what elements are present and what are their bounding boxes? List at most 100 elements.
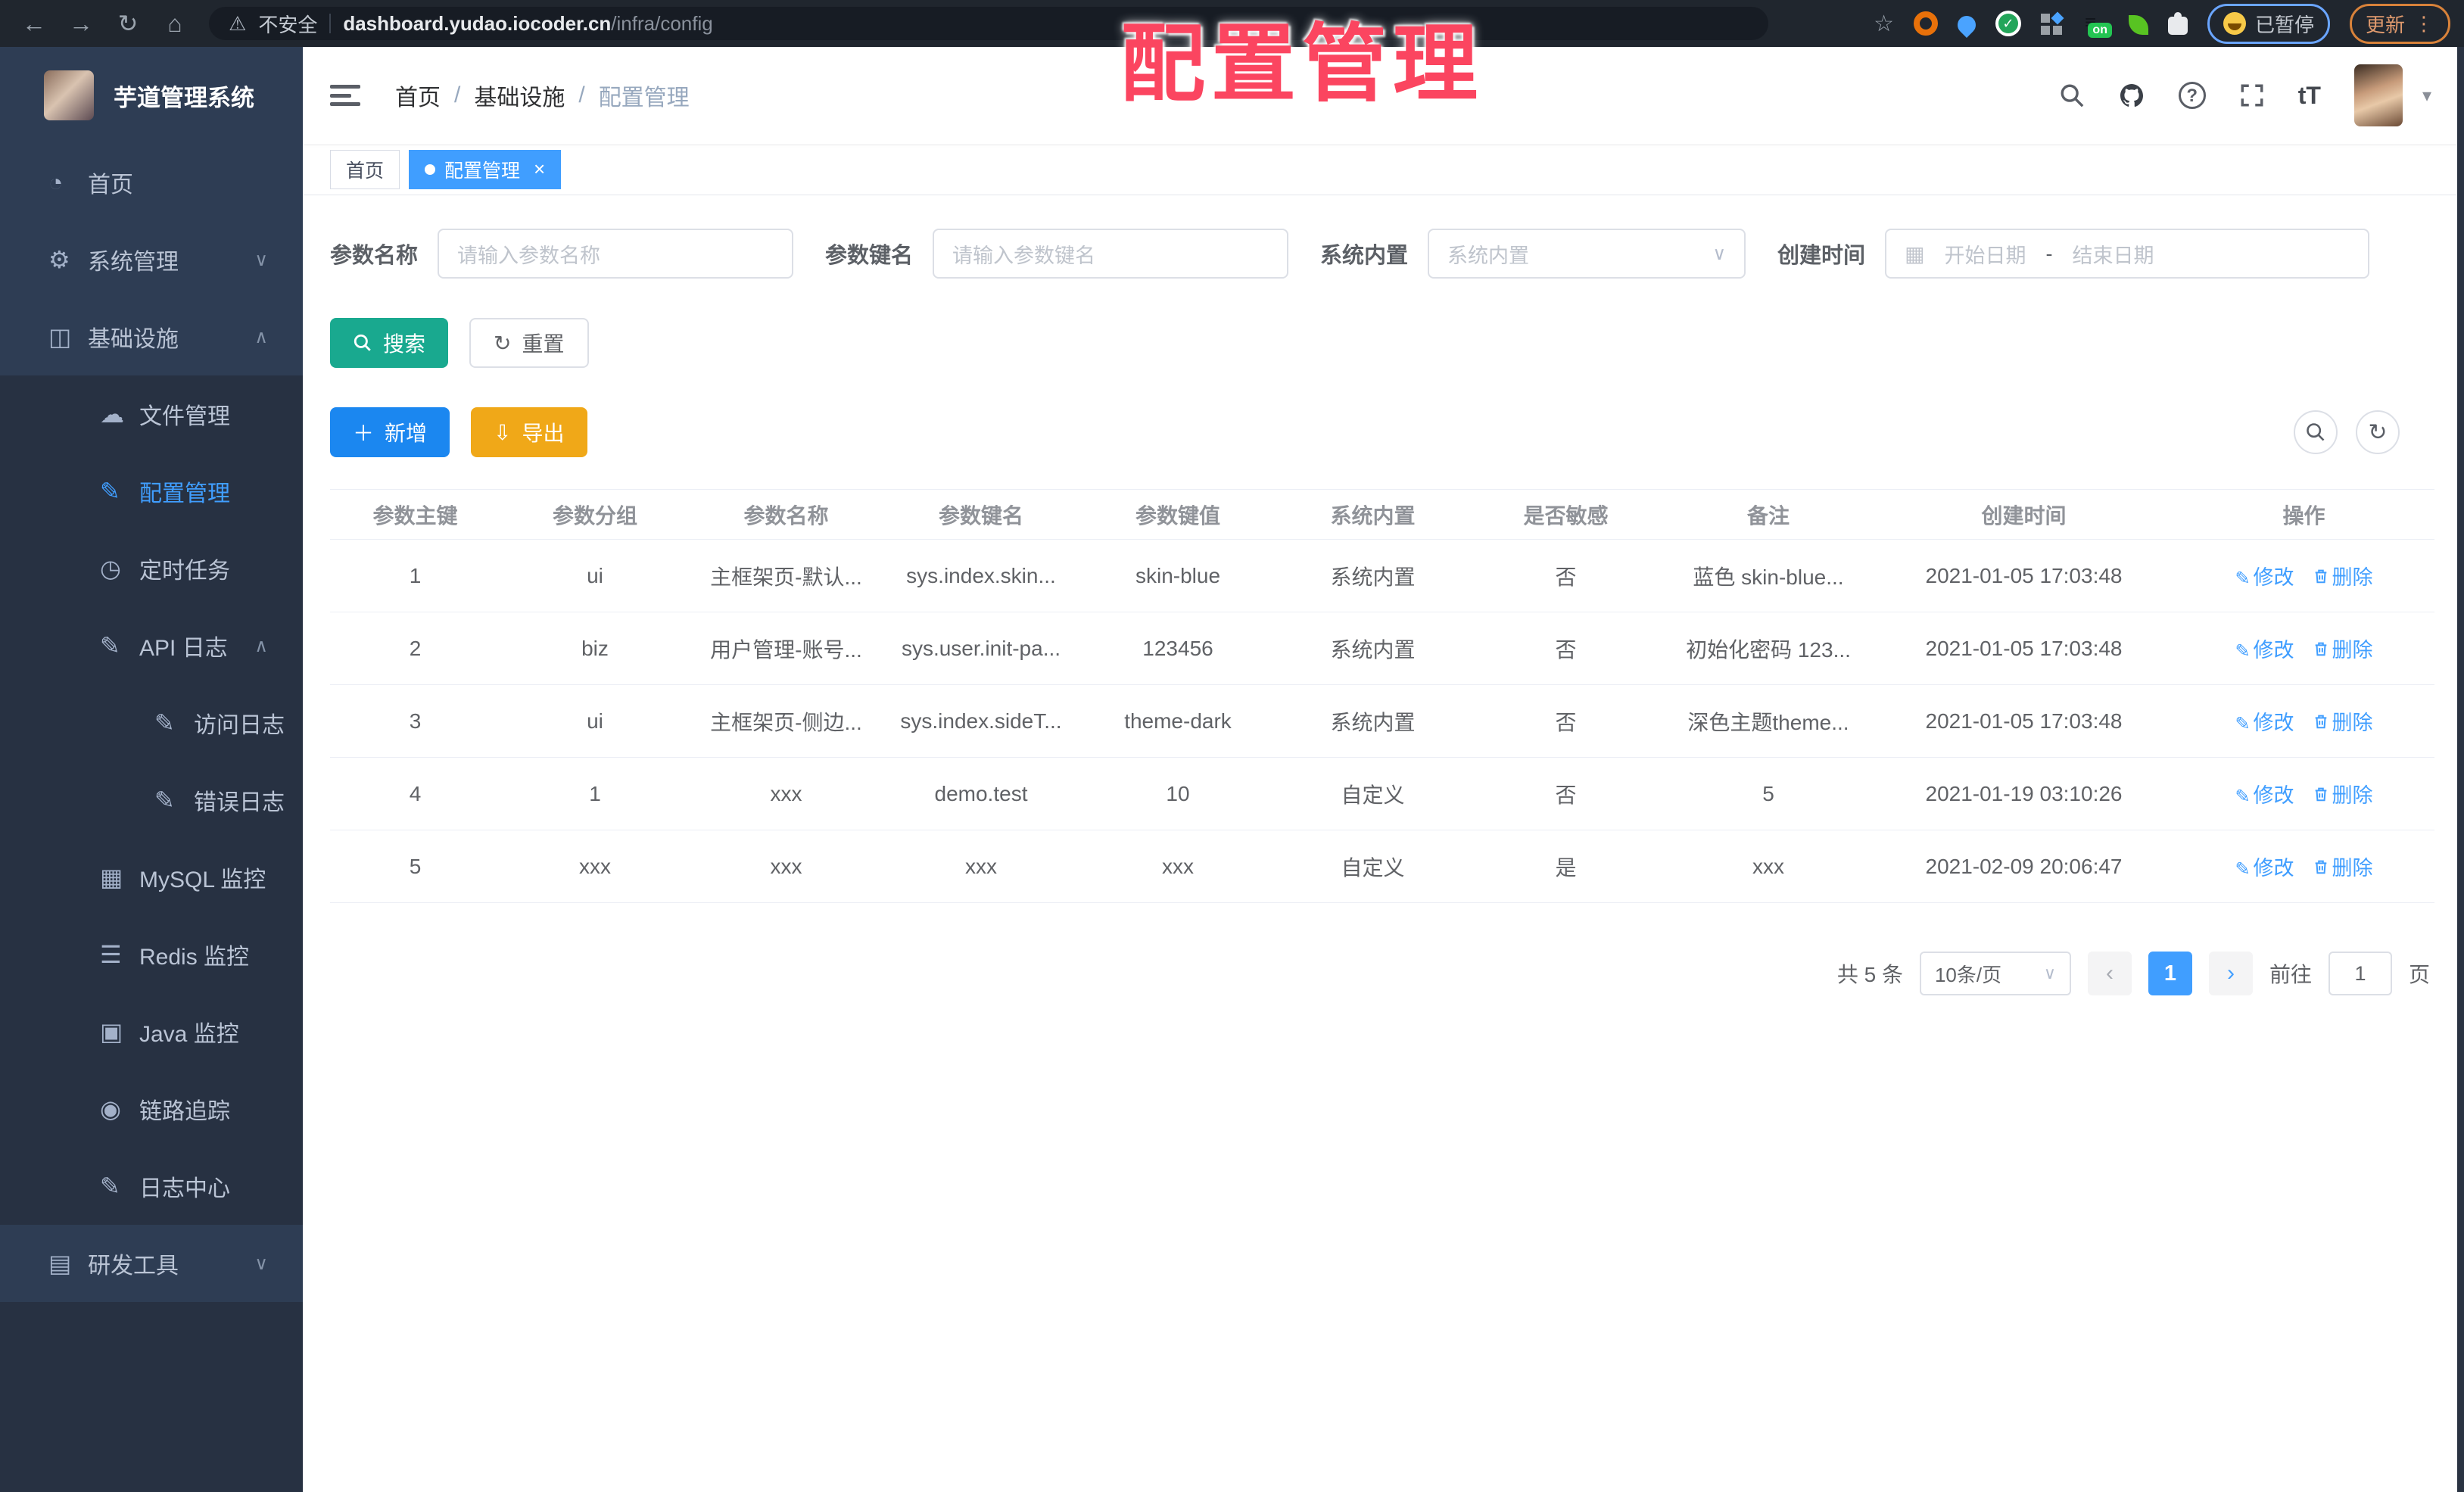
edit-link[interactable]: ✎ 修改 (2235, 784, 2294, 807)
table-cell-value: skin-blue (1079, 539, 1276, 612)
font-size-icon[interactable]: tT (2298, 82, 2321, 110)
log-icon: ✎ (100, 632, 120, 659)
eye-icon: ◉ (100, 1095, 121, 1123)
table-cell-name: xxx (690, 757, 883, 830)
extension-pin-icon[interactable] (1953, 11, 1980, 38)
table-cell-key: sys.user.init-pa... (883, 612, 1079, 685)
table-cell-created: 2021-01-05 17:03:48 (1874, 539, 2173, 612)
breadcrumb-home[interactable]: 首页 (395, 79, 441, 112)
sidebar-item-api-log[interactable]: ✎ API 日志 ∧ (0, 607, 303, 684)
sidebar-item-log-center[interactable]: ✎ 日志中心 (0, 1148, 303, 1225)
tab-config[interactable]: 配置管理 × (409, 149, 562, 189)
trash-icon (2313, 714, 2329, 734)
search-icon[interactable] (2059, 83, 2085, 108)
sidebar-item-redis[interactable]: ☰ Redis 监控 (0, 916, 303, 993)
extension-on-badge-icon[interactable]: ≡ on (2083, 12, 2112, 38)
breadcrumb-infra[interactable]: 基础设施 (474, 79, 565, 112)
magnifier-icon (353, 333, 372, 353)
table-cell-builtin: 系统内置 (1276, 539, 1469, 612)
browser-menu-icon[interactable]: ⋮ (2414, 12, 2434, 36)
sidebar-item-java[interactable]: ▣ Java 监控 (0, 993, 303, 1070)
table-header-row: 参数主键 参数分组 参数名称 参数键名 参数键值 系统内置 是否敏感 备注 创建… (330, 489, 2434, 540)
total-count: 共 5 条 (1836, 963, 1903, 986)
extensions-puzzle-icon[interactable] (2167, 12, 2188, 35)
sidebar-item-file[interactable]: ☁ 文件管理 (0, 375, 303, 453)
goto-page-input[interactable] (2328, 952, 2392, 995)
browser-forward-icon[interactable]: → (61, 0, 101, 47)
sidebar-item-job[interactable]: ◷ 定时任务 (0, 530, 303, 607)
edit-link[interactable]: ✎ 修改 (2235, 712, 2294, 734)
edit-link[interactable]: ✎ 修改 (2235, 639, 2294, 662)
browser-reload-icon[interactable]: ↻ (107, 0, 148, 47)
help-icon[interactable]: ? (2178, 82, 2206, 109)
table-cell-sensitive: 是 (1469, 830, 1662, 903)
sidebar-item-system[interactable]: ⚙ 系统管理 ∨ (0, 221, 303, 298)
sidebar-item-home[interactable]: ◔ 首页 (0, 144, 303, 221)
table-cell-key: xxx (883, 830, 1079, 903)
sidebar-item-infra[interactable]: ◫ 基础设施 ∧ (0, 298, 303, 375)
table-cell-id: 1 (330, 539, 500, 612)
table-cell-key: demo.test (883, 757, 1079, 830)
sidebar-item-error-log[interactable]: ✎ 错误日志 (0, 762, 303, 839)
extension-orange-ring-icon[interactable] (1913, 11, 1938, 36)
add-button[interactable]: ＋ 新增 (330, 407, 450, 457)
sidebar-item-config[interactable]: ✎ 配置管理 (0, 453, 303, 530)
table-cell-builtin: 自定义 (1276, 830, 1469, 903)
url-divider (329, 14, 332, 33)
table-cell-name: xxx (690, 830, 883, 903)
fullscreen-icon[interactable] (2239, 83, 2265, 108)
filter-name-label: 参数名称 (330, 244, 419, 268)
next-page-button[interactable]: › (2208, 952, 2253, 995)
toggle-search-button[interactable] (2294, 410, 2338, 454)
delete-link[interactable]: 删除 (2313, 857, 2373, 880)
sidebar-item-access-log[interactable]: ✎ 访问日志 (0, 684, 303, 762)
paused-badge[interactable]: 已暂停 (2207, 3, 2330, 44)
extension-grid-icon[interactable] (2040, 11, 2064, 35)
table-cell-sensitive: 否 (1469, 612, 1662, 685)
search-actions: 搜索 ↻ 重置 (330, 318, 2434, 368)
browser-back-icon[interactable]: ← (14, 0, 55, 47)
address-bar[interactable]: ⚠ 不安全 dashboard.yudao.iocoder.cn/infra/c… (209, 7, 1768, 40)
caret-down-icon[interactable]: ▾ (2422, 85, 2431, 107)
browser-update-button[interactable]: 更新 ⋮ (2349, 3, 2450, 44)
param-name-input[interactable]: 请输入参数名称 (438, 229, 794, 279)
trash-icon (2313, 786, 2329, 807)
search-button[interactable]: 搜索 (330, 318, 449, 368)
param-key-input[interactable]: 请输入参数键名 (933, 229, 1289, 279)
browser-home-icon[interactable]: ⌂ (154, 0, 195, 47)
app-logo-row[interactable]: 芋道管理系统 (0, 47, 303, 144)
export-button[interactable]: ⇩ 导出 (471, 407, 587, 457)
page-size-select[interactable]: 10条/页 ∨ (1919, 952, 2071, 995)
table-cell-remark: 蓝色 skin-blue... (1662, 539, 1874, 612)
tab-home[interactable]: 首页 (330, 149, 400, 189)
edit-link[interactable]: ✎ 修改 (2235, 566, 2294, 589)
extension-green-check-icon[interactable] (1995, 11, 2021, 36)
plus-icon: ＋ (353, 422, 375, 445)
current-page-button[interactable]: 1 (2148, 952, 2192, 995)
delete-link[interactable]: 删除 (2313, 784, 2373, 807)
table-cell-name: 用户管理-账号... (690, 612, 883, 685)
date-range-picker[interactable]: ▦ 开始日期 - 结束日期 (1885, 229, 2370, 279)
builtin-type-select[interactable]: 系统内置 ∨ (1428, 229, 1746, 279)
bookmark-star-icon[interactable]: ☆ (1874, 11, 1894, 37)
extension-leaf-icon[interactable] (2128, 14, 2148, 35)
timer-icon: ◷ (100, 555, 121, 582)
sidebar-item-mysql[interactable]: ▦ MySQL 监控 (0, 839, 303, 916)
user-avatar[interactable] (2353, 64, 2403, 126)
col-id: 参数主键 (330, 489, 500, 540)
app-logo (44, 70, 94, 120)
delete-link[interactable]: 删除 (2313, 566, 2373, 589)
github-icon[interactable] (2118, 82, 2145, 109)
close-icon[interactable]: × (534, 157, 545, 181)
delete-link[interactable]: 删除 (2313, 639, 2373, 662)
sidebar-item-dev-tools[interactable]: ▤ 研发工具 ∨ (0, 1225, 303, 1302)
hamburger-icon[interactable] (330, 80, 363, 111)
prev-page-button[interactable]: ‹ (2087, 952, 2132, 995)
reset-button[interactable]: ↻ 重置 (469, 318, 589, 368)
delete-link[interactable]: 删除 (2313, 712, 2373, 734)
chevron-down-icon: ∨ (1712, 243, 1727, 264)
refresh-table-button[interactable]: ↻ (2356, 410, 2400, 454)
edit-link[interactable]: ✎ 修改 (2235, 857, 2294, 880)
sidebar-item-trace[interactable]: ◉ 链路追踪 (0, 1070, 303, 1148)
table-cell-actions: ✎ 修改 删除 (2173, 830, 2434, 903)
